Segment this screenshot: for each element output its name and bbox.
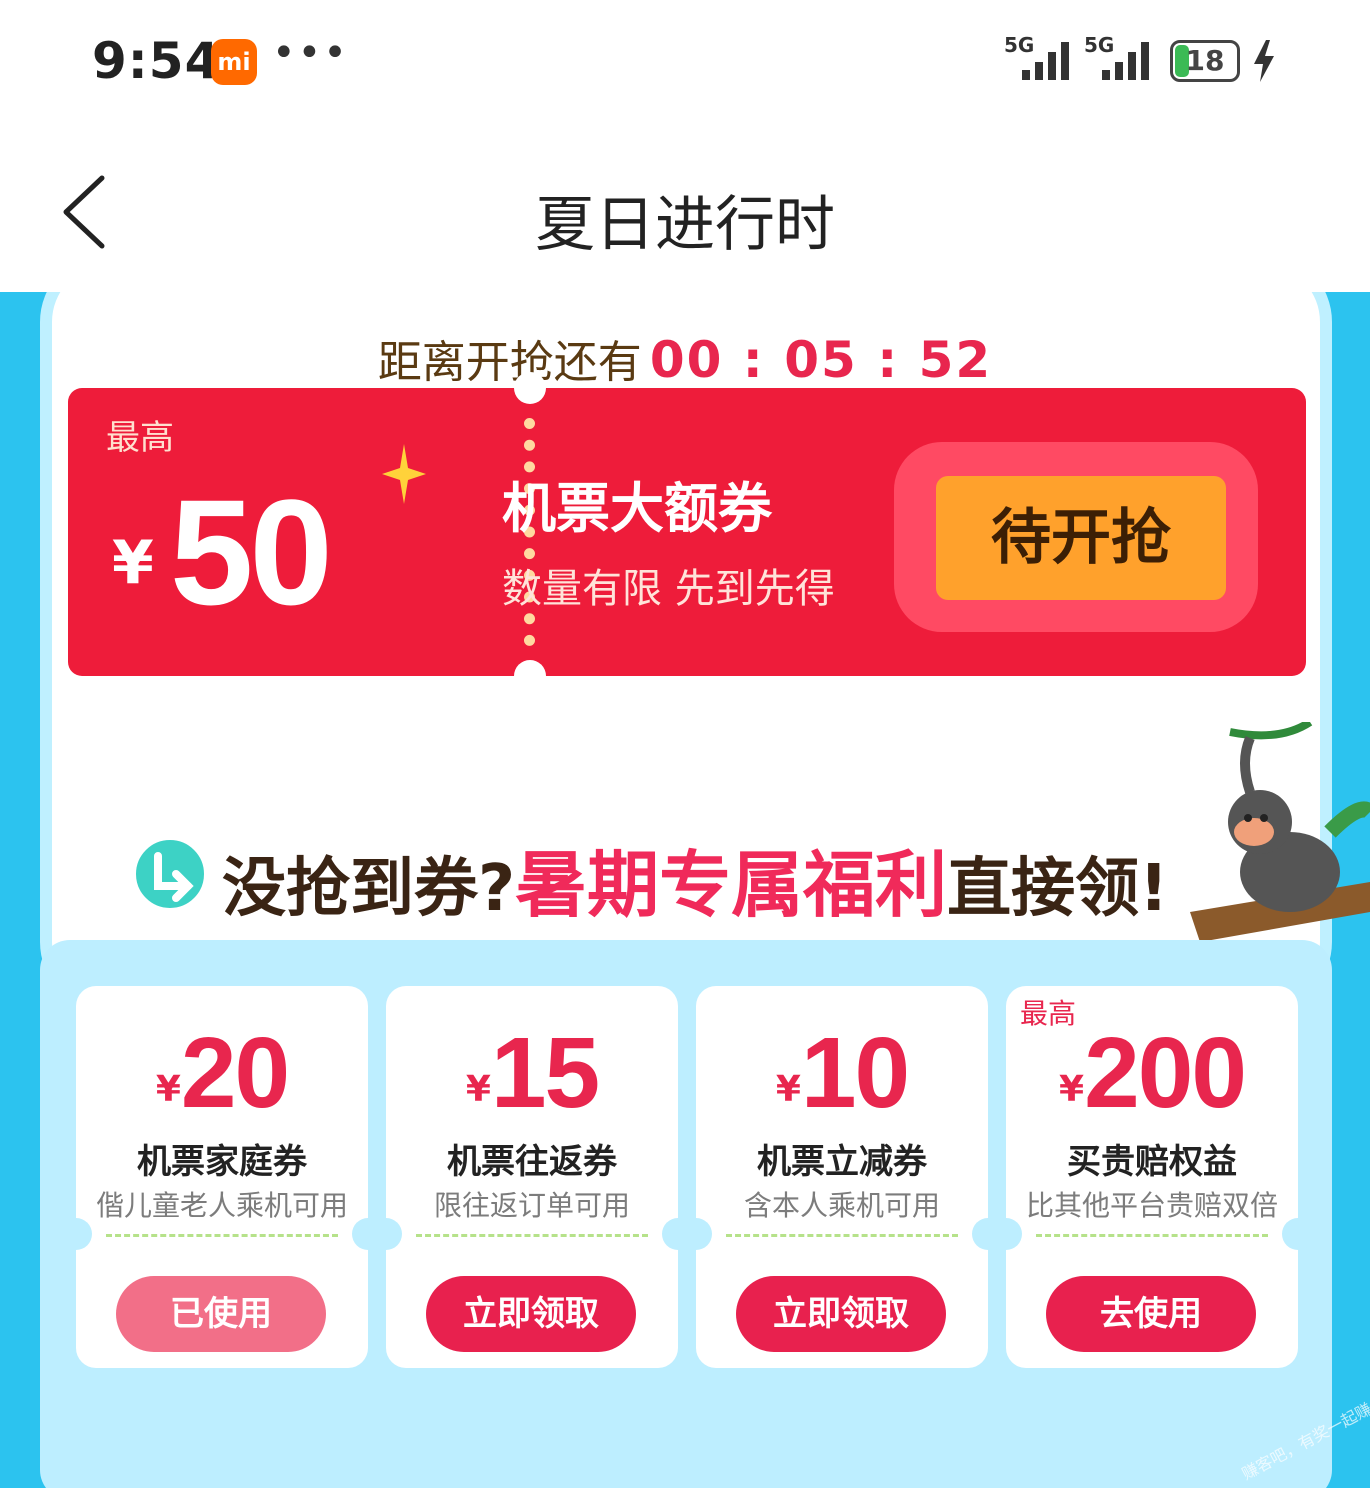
banner-highlight: 暑期专属福利 <box>515 843 948 927</box>
coupon-desc: 限往返订单可用 <box>433 1189 630 1222</box>
coupon-amount: 50 <box>170 468 333 636</box>
coupon-currency: ¥ <box>465 1069 491 1110</box>
coupon-divider <box>1036 1234 1268 1237</box>
status-bar: 9:54 mi ••• 5G 5G 18 <box>0 0 1370 120</box>
coupon-max-label: 最高 <box>106 418 174 458</box>
promo-page: 距离开抢还有 00 : 05 : 52 最高 ¥ 50 机票大额券 数量有限 先到… <box>0 292 1370 1488</box>
main-coupon: 最高 ¥ 50 机票大额券 数量有限 先到先得 待开抢 <box>68 372 1306 692</box>
use-coupon-button[interactable]: 去使用 <box>1046 1276 1256 1352</box>
battery-level: 18 <box>1185 44 1225 77</box>
coupon-desc: 含本人乘机可用 <box>743 1189 940 1222</box>
grab-button-frame: 待开抢 <box>894 442 1258 632</box>
charging-icon <box>1254 40 1274 82</box>
welfare-banner: 没抢到券?暑期专属福利直接领! <box>0 786 1370 927</box>
claim-coupon-button[interactable]: 立即领取 <box>736 1276 946 1352</box>
banner-heading: 没抢到券?暑期专属福利直接领! <box>222 826 1168 931</box>
coupon-amount: 200 <box>1084 1017 1247 1129</box>
network-label-2: 5G <box>1084 34 1114 57</box>
arrow-down-right-icon <box>130 834 210 914</box>
coupon-title: 机票立减券 <box>757 1142 927 1182</box>
network-label-1: 5G <box>1004 34 1034 57</box>
coupon-desc: 偕儿童老人乘机可用 <box>95 1189 348 1222</box>
more-notifications-icon: ••• <box>272 30 349 76</box>
coupon-desc: 比其他平台贵赔双倍 <box>1025 1189 1278 1222</box>
coupon-subtitle: 数量有限 先到先得 <box>502 566 835 612</box>
coupon-card-price-guarantee: 最高 ¥200 买贵赔权益 比其他平台贵赔双倍 去使用 <box>990 986 1314 1368</box>
coupon-card-discount: ¥10 机票立减券 含本人乘机可用 立即领取 <box>680 986 1004 1368</box>
coupon-divider <box>416 1234 648 1237</box>
countdown-label: 距离开抢还有 <box>377 337 642 388</box>
nav-header: 夏日进行时 <box>0 120 1370 292</box>
battery-icon: 18 <box>1170 40 1240 82</box>
monkey-illustration <box>1190 722 1370 942</box>
banner-text-2: 直接领! <box>947 852 1169 926</box>
sparkle-icon <box>382 444 426 504</box>
coupon-title: 机票大额券 <box>502 477 772 540</box>
ticket-notch <box>514 660 546 692</box>
xiaomi-app-icon: mi <box>211 39 257 85</box>
banner-text-1: 没抢到券? <box>222 852 516 926</box>
claim-coupon-button[interactable]: 立即领取 <box>426 1276 636 1352</box>
coupon-divider <box>106 1234 338 1237</box>
coupon-divider <box>726 1234 958 1237</box>
coupon-currency: ¥ <box>112 528 154 598</box>
status-time: 9:54 <box>92 32 221 90</box>
coupon-currency: ¥ <box>775 1069 801 1110</box>
coupon-amount: 15 <box>490 1017 600 1129</box>
coupon-used-button[interactable]: 已使用 <box>116 1276 326 1352</box>
ticket-notch <box>514 372 546 404</box>
coupon-currency: ¥ <box>155 1069 181 1110</box>
countdown: 距离开抢还有 00 : 05 : 52 <box>0 326 1370 390</box>
coupon-title: 买贵赔权益 <box>1067 1142 1237 1182</box>
coupon-title: 机票家庭券 <box>137 1142 307 1182</box>
signal-5g-icon-2: 5G <box>1084 34 1149 80</box>
coupon-currency: ¥ <box>1059 1069 1085 1110</box>
grab-coupon-button[interactable]: 待开抢 <box>936 476 1226 600</box>
coupon-card-family: ¥20 机票家庭券 偕儿童老人乘机可用 已使用 <box>60 986 384 1368</box>
coupon-amount: 20 <box>180 1017 290 1129</box>
countdown-timer: 00 : 05 : 52 <box>649 331 993 389</box>
coupon-title: 机票往返券 <box>447 1142 617 1182</box>
signal-5g-icon: 5G <box>1004 34 1069 80</box>
page-title: 夏日进行时 <box>535 190 835 260</box>
coupon-card-roundtrip: ¥15 机票往返券 限往返订单可用 立即领取 <box>370 986 694 1368</box>
coupon-amount: 10 <box>800 1017 910 1129</box>
